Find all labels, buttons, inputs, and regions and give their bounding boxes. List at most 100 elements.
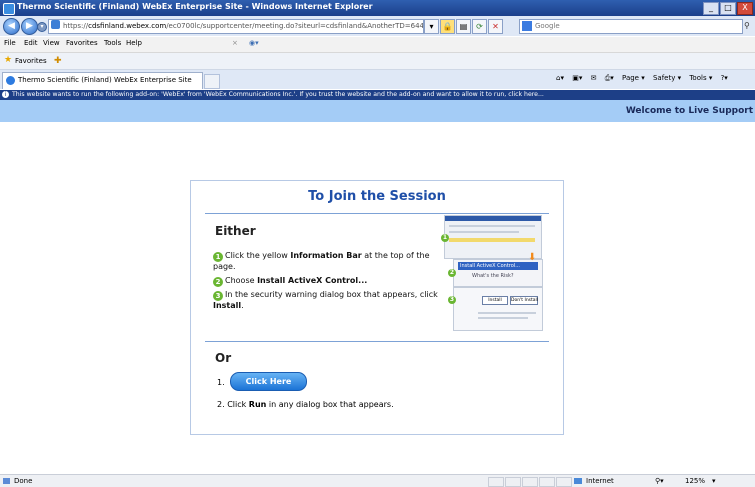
status-text: Done xyxy=(14,477,33,485)
option-2-text: 2. Click Run in any dialog box that appe… xyxy=(217,400,394,409)
option-1-number: 1. xyxy=(217,378,225,387)
page-banner: Welcome to Live Support xyxy=(0,100,755,122)
thumbnail-install-button: Install xyxy=(482,296,508,305)
step-2-number: 2 xyxy=(213,277,223,287)
step-1-text-bold: Information Bar xyxy=(290,251,362,260)
step-3: 3 In the security warning dialog box that… xyxy=(213,290,439,311)
step-3-text-post: . xyxy=(241,301,244,310)
safety-menu[interactable]: Safety ▾ xyxy=(653,74,681,82)
feeds-icon[interactable]: ▣▾ xyxy=(572,74,582,82)
welcome-heading: Welcome to Live Support xyxy=(625,106,753,116)
print-icon[interactable]: ⎙▾ xyxy=(605,74,614,82)
protected-mode-icon[interactable]: ⚲▾ xyxy=(655,475,664,487)
thumbnail-menu-sub: What's the Risk? xyxy=(472,273,514,279)
close-window-button[interactable]: X xyxy=(737,2,753,15)
page-menu[interactable]: Page ▾ xyxy=(622,74,645,82)
information-bar-text: This website wants to run the following … xyxy=(12,91,544,98)
thumbnail-menu-item: Install ActiveX Control... xyxy=(458,262,538,270)
address-dropdown-icon[interactable]: ▾ xyxy=(424,19,439,34)
step-3-number: 3 xyxy=(213,291,223,301)
maximize-button[interactable]: □ xyxy=(720,2,736,15)
thumbnail-install-dialog: Install Don't Install 3 xyxy=(448,287,543,331)
recent-pages-chevron-icon[interactable]: ▾ xyxy=(37,22,47,32)
command-bar: ⌂▾ ▣▾ ✉ ⎙▾ Page ▾ Safety ▾ Tools ▾ ?▾ xyxy=(556,74,734,83)
step-2-text-bold: Install ActiveX Control... xyxy=(257,276,368,285)
join-session-panel: To Join the Session Either 1 Click the ye… xyxy=(190,180,564,435)
search-go-icon[interactable]: ⚲ xyxy=(744,19,754,32)
address-protocol: https:// xyxy=(63,22,89,30)
favorites-star-icon[interactable]: ★ xyxy=(4,56,12,65)
thumbnail-badge-3: 3 xyxy=(448,296,456,304)
forward-icon[interactable]: ▶ xyxy=(21,18,38,35)
menu-favorites[interactable]: Favorites xyxy=(66,39,98,47)
ie-logo-icon xyxy=(3,3,15,15)
step-3-text-pre: In the security warning dialog box that … xyxy=(225,290,438,299)
either-heading: Either xyxy=(215,224,256,238)
thumbnail-badge-1: 1 xyxy=(441,234,449,242)
refresh-icon[interactable]: ⟳ xyxy=(472,19,487,34)
zoom-level[interactable]: 125% xyxy=(685,475,705,487)
back-icon[interactable]: ◀ xyxy=(3,18,20,35)
new-tab-button[interactable] xyxy=(204,74,220,89)
minimize-button[interactable]: _ xyxy=(703,2,719,15)
thumbnail-titlebar xyxy=(445,216,541,221)
info-icon: i xyxy=(2,91,9,98)
menu-edit[interactable]: Edit xyxy=(24,39,38,47)
panel-title: To Join the Session xyxy=(308,189,446,204)
security-zone[interactable]: Internet xyxy=(586,475,614,487)
thumbnail-text-line xyxy=(478,312,536,314)
close-toolbar-icon[interactable]: × xyxy=(232,39,238,47)
option-2-post: in any dialog box that appears. xyxy=(266,400,394,409)
address-bar[interactable]: https://cdsfinland.webex.com/ec0700lc/su… xyxy=(48,19,424,34)
window-title: Thermo Scientific (Finland) WebEx Enterp… xyxy=(17,2,373,11)
thumbnail-text-line xyxy=(478,317,528,319)
step-2: 2 Choose Install ActiveX Control... xyxy=(213,276,439,287)
add-to-favorites-icon[interactable]: ✚ xyxy=(54,56,66,66)
menu-help[interactable]: Help xyxy=(126,39,142,47)
thumbnail-menu-line xyxy=(449,231,519,233)
thumbnail-toolbar-line xyxy=(449,225,535,227)
help-menu[interactable]: ?▾ xyxy=(721,74,728,82)
click-here-button[interactable]: Click Here xyxy=(230,372,307,391)
menu-view[interactable]: View xyxy=(43,39,60,47)
thumbnail-dont-install-button: Don't Install xyxy=(510,296,539,305)
thumbnail-badge-2: 2 xyxy=(448,269,456,277)
arrow-down-icon: ⬇ xyxy=(528,252,537,263)
tools-menu[interactable]: Tools ▾ xyxy=(689,74,712,82)
lock-icon[interactable]: 🔒 xyxy=(440,19,455,34)
site-favicon-icon xyxy=(51,20,60,29)
status-bar: Done Internet ⚲▾ 125% ▾ xyxy=(0,474,755,487)
step-1-text-pre: Click the yellow xyxy=(225,251,291,260)
step-1: 1 Click the yellow Information Bar at the… xyxy=(213,251,439,272)
home-icon[interactable]: ⌂▾ xyxy=(556,74,564,82)
or-heading: Or xyxy=(215,351,232,365)
google-icon xyxy=(522,21,532,31)
step-3-text-bold: Install xyxy=(213,301,242,310)
divider xyxy=(205,213,549,214)
option-2-pre: Click xyxy=(227,400,249,409)
search-placeholder: Google xyxy=(535,22,560,30)
compatibility-view-icon[interactable]: ▤ xyxy=(456,19,471,34)
menu-file[interactable]: File xyxy=(4,39,16,47)
step-1-number: 1 xyxy=(213,252,223,262)
option-2-bold: Run xyxy=(248,400,267,409)
internet-zone-icon xyxy=(574,478,582,484)
thumbnail-activex-menu: Install ActiveX Control... What's the Ri… xyxy=(448,252,543,287)
information-bar[interactable]: i This website wants to run the following… xyxy=(0,90,755,100)
favorites-button[interactable]: Favorites xyxy=(15,57,47,65)
tab-favicon-icon xyxy=(6,76,15,85)
search-input[interactable]: Google xyxy=(519,19,743,34)
menu-bar: File Edit View Favorites Tools Help × ◉▾ xyxy=(0,37,755,53)
divider xyxy=(205,341,549,342)
toolbar-options-icon[interactable]: ◉▾ xyxy=(249,39,259,47)
tab-label: Thermo Scientific (Finland) WebEx Enterp… xyxy=(18,76,192,84)
mail-icon[interactable]: ✉ xyxy=(591,74,597,82)
stop-icon[interactable]: ✕ xyxy=(488,19,503,34)
zoom-dropdown-icon[interactable]: ▾ xyxy=(712,475,716,487)
window-title-bar: Thermo Scientific (Finland) WebEx Enterp… xyxy=(0,0,755,16)
step-2-text-pre: Choose xyxy=(225,276,258,285)
menu-tools[interactable]: Tools xyxy=(104,39,121,47)
address-path: /ec0700lc/supportcenter/meeting.do?siteu… xyxy=(166,22,424,30)
tab-webex[interactable]: Thermo Scientific (Finland) WebEx Enterp… xyxy=(2,72,203,89)
favorites-bar: ★ Favorites ✚ xyxy=(0,53,755,70)
